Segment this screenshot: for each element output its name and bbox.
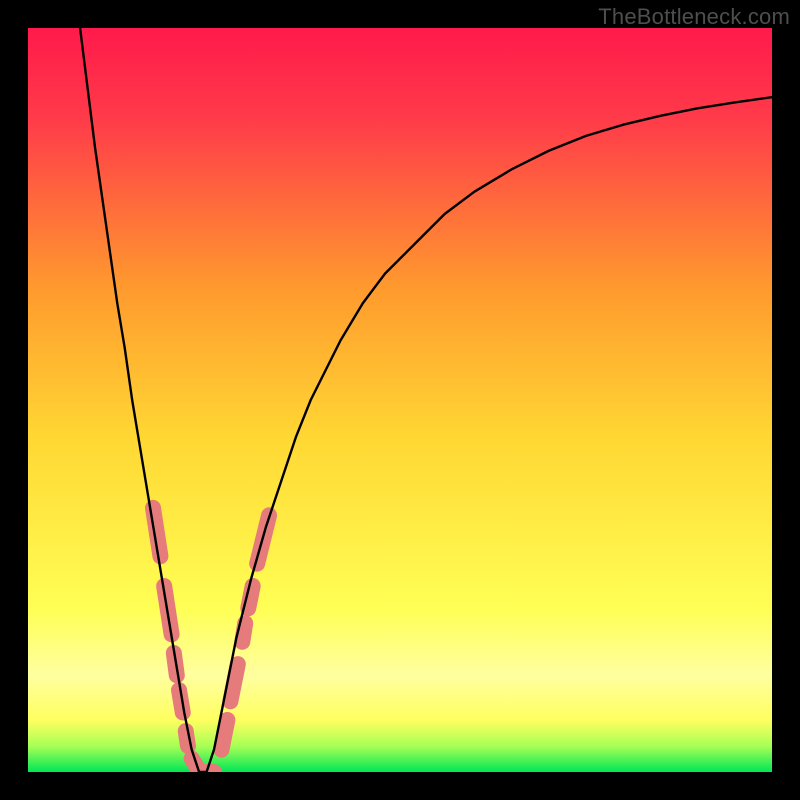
watermark-text: TheBottleneck.com (598, 4, 790, 30)
gradient-background (28, 28, 772, 772)
marker-capsule (221, 720, 227, 750)
chart-frame: TheBottleneck.com (0, 0, 800, 800)
marker-capsule (242, 623, 245, 642)
bottleneck-chart (28, 28, 772, 772)
marker-capsule (230, 664, 237, 701)
